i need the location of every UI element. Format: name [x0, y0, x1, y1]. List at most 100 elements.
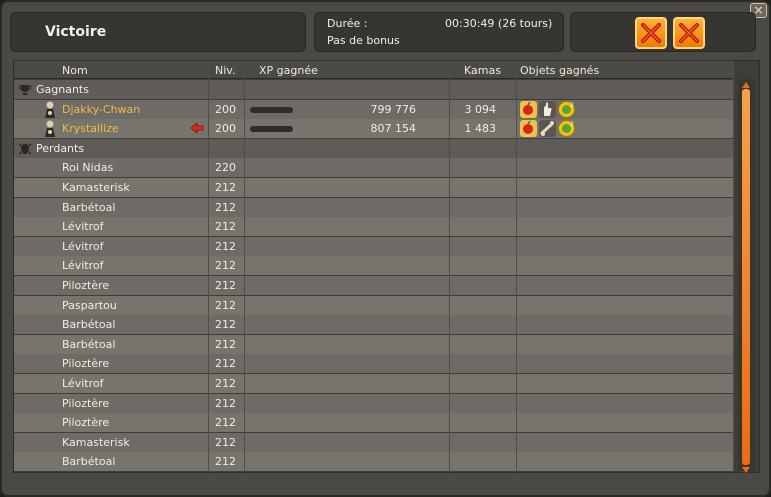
cross-icon — [641, 23, 661, 43]
player-level: 200 — [215, 102, 236, 116]
header-level: Niv. — [215, 64, 236, 77]
xp-bar — [250, 126, 293, 133]
table-row: Lévitrof 212 — [14, 236, 734, 256]
column-divider — [516, 61, 517, 473]
player-level: 212 — [215, 318, 236, 332]
scroll-down-icon[interactable] — [741, 466, 751, 474]
player-name: Piloztère — [62, 279, 110, 292]
player-level: 212 — [215, 396, 236, 410]
table-header: Nom Niv. XP gagnée Kamas Objets gagnés — [14, 61, 734, 79]
trophy-icon — [18, 85, 32, 95]
player-level: 212 — [215, 200, 236, 214]
column-divider — [244, 61, 245, 473]
header-xp: XP gagnée — [259, 64, 318, 77]
duration-value: 00:30:49 (26 tours) — [445, 17, 553, 30]
player-name: Barbétoal — [62, 337, 116, 351]
skull-icon — [18, 143, 32, 155]
player-name: Barbétoal — [62, 455, 116, 469]
player-name: Kamasterisk — [62, 435, 130, 449]
info-panel: Durée : 00:30:49 (26 tours) Pas de bonus — [314, 12, 564, 52]
player-name: Lévitrof — [62, 239, 104, 253]
player-name: Piloztère — [62, 416, 110, 430]
player-kamas: 3 094 — [464, 102, 497, 116]
cross-button-2[interactable] — [673, 17, 705, 49]
scroll-up-icon[interactable] — [741, 81, 751, 89]
player-name: Paspartou — [62, 298, 117, 312]
table-row: Lévitrof 212 — [14, 374, 734, 393]
scrollbar[interactable] — [738, 79, 755, 474]
player-level: 212 — [215, 220, 236, 234]
gold-badge-icon[interactable]: 2 — [558, 100, 575, 118]
column-divider — [733, 61, 734, 473]
player-level: 212 — [215, 298, 236, 312]
player-level: 212 — [215, 279, 236, 292]
table-row: Barbétoal 212 — [14, 334, 734, 354]
column-divider — [208, 61, 209, 473]
header-name: Nom — [62, 64, 88, 77]
svg-text:2: 2 — [570, 121, 574, 128]
xp-bar — [250, 106, 293, 113]
avatar-icon — [45, 120, 55, 138]
player-level: 200 — [215, 122, 236, 136]
table-row: Lévitrof 212 — [14, 217, 734, 237]
player-level: 212 — [215, 416, 236, 430]
player-level: 212 — [215, 377, 236, 390]
table-row: Krystallize 200 807 154 1 483 2 — [14, 119, 734, 139]
player-level: 220 — [215, 161, 236, 175]
table-row: Piloztère 212 — [14, 354, 734, 374]
window-title: Victoire — [45, 24, 107, 40]
victory-window: × Victoire Durée : 00:30:49 (26 tours) P… — [0, 0, 771, 497]
avatar-icon — [45, 101, 55, 118]
duration-label: Durée : — [327, 17, 368, 30]
table-row: Djakky-Chwan 200 799 776 3 094 2 — [14, 99, 734, 119]
table-row: Paspartou 212 — [14, 295, 734, 315]
player-name: Piloztère — [62, 396, 110, 410]
apple-icon[interactable] — [520, 100, 537, 118]
player-name: Lévitrof — [62, 220, 104, 234]
bonus-text: Pas de bonus — [327, 34, 400, 47]
svg-text:2: 2 — [570, 102, 574, 109]
player-level: 212 — [215, 337, 236, 351]
player-name: Djakky-Chwan — [62, 102, 141, 116]
gold-badge-icon[interactable]: 2 — [558, 120, 575, 138]
table-row: Piloztère 212 — [14, 413, 734, 433]
header-items: Objets gagnés — [520, 64, 600, 77]
player-name: Barbétoal — [62, 318, 116, 332]
group-row-losers: Perdants — [14, 138, 734, 158]
red-arrow-icon — [190, 122, 204, 135]
action-panel — [570, 12, 756, 52]
results-table: Nom Niv. XP gagnée Kamas Objets gagnés G… — [13, 60, 760, 473]
player-xp: 807 154 — [370, 122, 417, 136]
title-panel: Victoire — [10, 12, 306, 52]
cross-button-1[interactable] — [635, 17, 667, 49]
cross-icon — [679, 23, 699, 43]
player-name: Lévitrof — [62, 259, 104, 273]
player-name: Kamasterisk — [62, 181, 130, 194]
player-level: 212 — [215, 239, 236, 253]
header-kamas: Kamas — [464, 64, 501, 77]
group-row-winners: Gagnants — [14, 80, 734, 99]
player-level: 212 — [215, 357, 236, 371]
hand-icon[interactable] — [539, 100, 556, 118]
table-row: Kamasterisk 212 — [14, 432, 734, 452]
player-level: 212 — [215, 455, 236, 469]
table-row: Barbétoal 212 — [14, 315, 734, 335]
table-row: Piloztère 212 — [14, 276, 734, 295]
scroll-thumb[interactable] — [742, 89, 750, 465]
player-kamas: 1 483 — [464, 122, 497, 136]
player-level: 212 — [215, 435, 236, 449]
table-row: Kamasterisk 212 — [14, 178, 734, 197]
player-level: 212 — [215, 181, 236, 194]
player-name: Lévitrof — [62, 377, 104, 390]
table-row: Piloztère 212 — [14, 393, 734, 413]
bone-icon[interactable] — [539, 120, 556, 138]
player-name: Krystallize — [62, 122, 119, 136]
table-row: Roi Nidas 220 — [14, 158, 734, 178]
player-name: Piloztère — [62, 357, 110, 371]
player-name: Barbétoal — [62, 200, 116, 214]
group-label-winners: Gagnants — [36, 83, 89, 96]
table-row: Barbétoal 212 — [14, 452, 734, 472]
group-label-losers: Perdants — [36, 141, 85, 155]
apple-icon[interactable] — [520, 120, 537, 138]
player-name: Roi Nidas — [62, 161, 114, 175]
